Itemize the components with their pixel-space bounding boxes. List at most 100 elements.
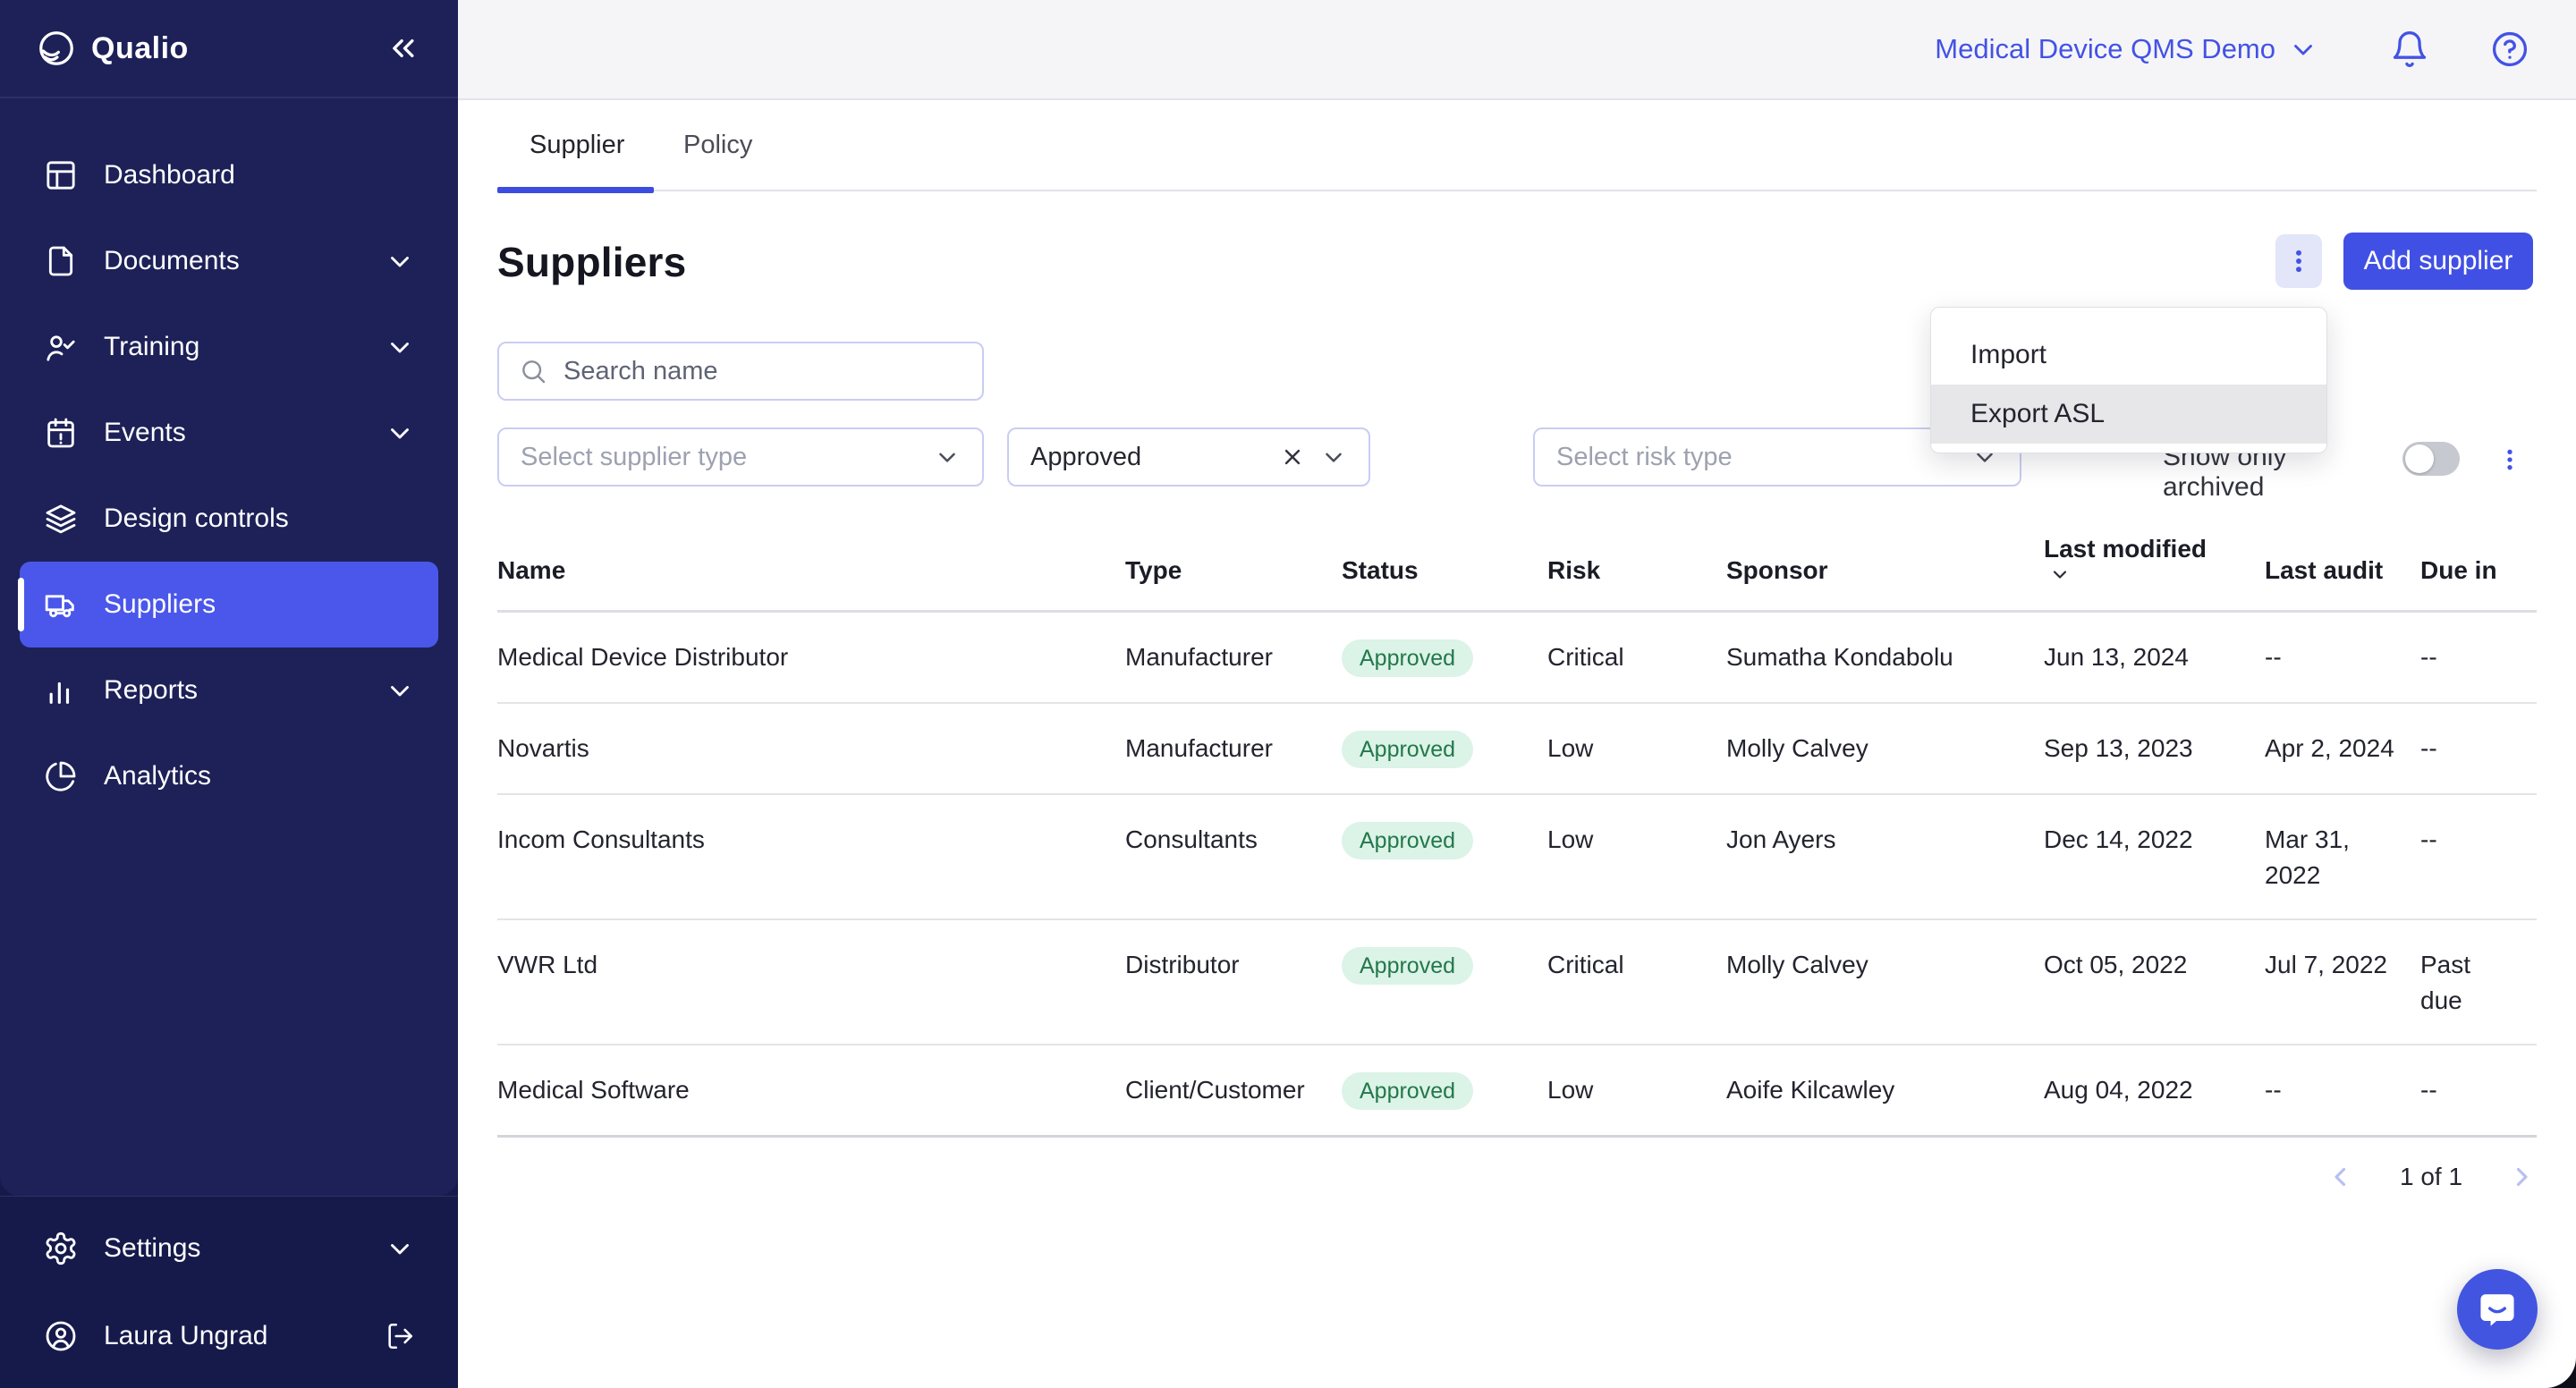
column-header-sponsor[interactable]: Sponsor (1726, 520, 2044, 612)
cell-type: Manufacturer (1125, 703, 1342, 794)
sidebar-item-settings[interactable]: Settings (20, 1207, 438, 1290)
chevron-down-icon (934, 444, 961, 470)
cell-type: Manufacturer (1125, 612, 1342, 704)
tab-bar: Supplier Policy (497, 100, 2537, 191)
chat-bubble-button[interactable] (2457, 1269, 2538, 1350)
select-placeholder: Select supplier type (521, 443, 747, 472)
sidebar-item-suppliers[interactable]: Suppliers (20, 562, 438, 647)
sidebar-item-dashboard[interactable]: Dashboard (20, 132, 438, 218)
table-row[interactable]: Novartis Manufacturer Approved Low Molly… (497, 703, 2537, 794)
dashboard-icon (43, 157, 79, 193)
cell-due-in: Past due (2420, 919, 2537, 1045)
page-indicator: 1 of 1 (2400, 1163, 2462, 1191)
table-row[interactable]: VWR Ltd Distributor Approved Critical Mo… (497, 919, 2537, 1045)
table-row[interactable]: Medical Device Distributor Manufacturer … (497, 612, 2537, 704)
layers-icon (43, 501, 79, 537)
cell-status: Approved (1342, 1045, 1547, 1137)
truck-icon (43, 587, 79, 622)
tab-label: Policy (683, 131, 752, 160)
cell-type: Distributor (1125, 919, 1342, 1045)
column-header-risk[interactable]: Risk (1547, 520, 1726, 612)
chevron-down-icon (385, 246, 415, 276)
table-options-kebab-button[interactable] (2492, 440, 2528, 479)
pie-chart-icon (43, 758, 79, 794)
page-actions-menu: Import Export ASL (1930, 307, 2327, 453)
help-icon[interactable] (2490, 30, 2529, 69)
logout-icon[interactable] (385, 1321, 415, 1351)
add-supplier-button[interactable]: Add supplier (2343, 233, 2533, 290)
cell-due-in: -- (2420, 612, 2537, 704)
workspace-name: Medical Device QMS Demo (1935, 33, 2275, 65)
cell-risk: Critical (1547, 612, 1726, 704)
cell-last-audit: -- (2265, 612, 2420, 704)
table-row[interactable]: Incom Consultants Consultants Approved L… (497, 794, 2537, 919)
column-header-status[interactable]: Status (1342, 520, 1547, 612)
sidebar-collapse-button[interactable] (383, 29, 422, 68)
cell-risk: Critical (1547, 919, 1726, 1045)
toggle-knob (2405, 444, 2434, 473)
chevron-down-icon (385, 332, 415, 362)
tab-policy[interactable]: Policy (683, 100, 752, 190)
bar-chart-icon (43, 673, 79, 708)
column-header-last-modified[interactable]: Last modified (2044, 520, 2265, 612)
sidebar-item-analytics[interactable]: Analytics (20, 733, 438, 819)
cell-last-audit: Apr 2, 2024 (2265, 703, 2420, 794)
sidebar-item-reports[interactable]: Reports (20, 647, 438, 733)
cell-type: Client/Customer (1125, 1045, 1342, 1137)
sidebar-item-user[interactable]: Laura Ungrad (20, 1295, 438, 1377)
chevron-down-icon (2288, 34, 2318, 64)
clear-filter-icon[interactable] (1279, 444, 1306, 470)
status-select[interactable]: Approved (1007, 427, 1370, 487)
cell-type: Consultants (1125, 794, 1342, 919)
sidebar-item-label: Analytics (104, 761, 211, 791)
cell-due-in: -- (2420, 794, 2537, 919)
document-icon (43, 243, 79, 279)
cell-name: Medical Device Distributor (497, 612, 1125, 704)
tabs-divider (497, 190, 2537, 191)
cell-sponsor: Molly Calvey (1726, 703, 2044, 794)
search-box (497, 342, 984, 401)
sidebar-item-events[interactable]: Events (20, 390, 438, 476)
user-check-icon (43, 329, 79, 365)
select-placeholder: Select risk type (1556, 443, 1733, 472)
archived-toggle[interactable] (2402, 442, 2460, 476)
column-header-due-in[interactable]: Due in (2420, 520, 2537, 612)
column-header-last-audit[interactable]: Last audit (2265, 520, 2420, 612)
page-title: Suppliers (497, 238, 686, 286)
search-input[interactable] (564, 357, 962, 386)
chevron-down-icon (1320, 444, 1347, 470)
cell-risk: Low (1547, 1045, 1726, 1137)
supplier-type-select[interactable]: Select supplier type (497, 427, 984, 487)
menu-item-export-asl[interactable]: Export ASL (1931, 385, 2326, 444)
sidebar-item-label: Reports (104, 675, 198, 706)
next-page-icon[interactable] (2506, 1162, 2537, 1192)
previous-page-icon[interactable] (2326, 1162, 2356, 1192)
tab-supplier[interactable]: Supplier (530, 100, 624, 190)
cell-last-modified: Sep 13, 2023 (2044, 703, 2265, 794)
tab-label: Supplier (530, 131, 624, 160)
table-row[interactable]: Medical Software Client/Customer Approve… (497, 1045, 2537, 1137)
notifications-bell-icon[interactable] (2390, 30, 2429, 69)
sidebar-item-training[interactable]: Training (20, 304, 438, 390)
sort-chevron-icon (2049, 563, 2071, 585)
page-actions-kebab-button[interactable] (2275, 234, 2322, 288)
sidebar-item-design-controls[interactable]: Design controls (20, 476, 438, 562)
column-header-name[interactable]: Name (497, 520, 1125, 612)
chevron-down-icon (385, 1233, 415, 1264)
chevron-down-icon (385, 675, 415, 706)
workspace-switcher[interactable]: Medical Device QMS Demo (1935, 33, 2318, 65)
qualio-logo-icon (36, 28, 77, 69)
status-badge: Approved (1342, 822, 1473, 859)
sidebar-item-label: Dashboard (104, 160, 235, 190)
cell-sponsor: Molly Calvey (1726, 919, 2044, 1045)
column-header-label: Last modified (2044, 535, 2207, 563)
sidebar-item-documents[interactable]: Documents (20, 218, 438, 304)
sidebar-footer: Settings Laura Ungrad (0, 1196, 458, 1388)
cell-sponsor: Sumatha Kondabolu (1726, 612, 2044, 704)
menu-item-import[interactable]: Import (1931, 326, 2326, 385)
column-header-type[interactable]: Type (1125, 520, 1342, 612)
pagination: 1 of 1 (2326, 1152, 2537, 1202)
cell-risk: Low (1547, 703, 1726, 794)
sidebar-item-label: Settings (104, 1233, 200, 1264)
calendar-alert-icon (43, 415, 79, 451)
